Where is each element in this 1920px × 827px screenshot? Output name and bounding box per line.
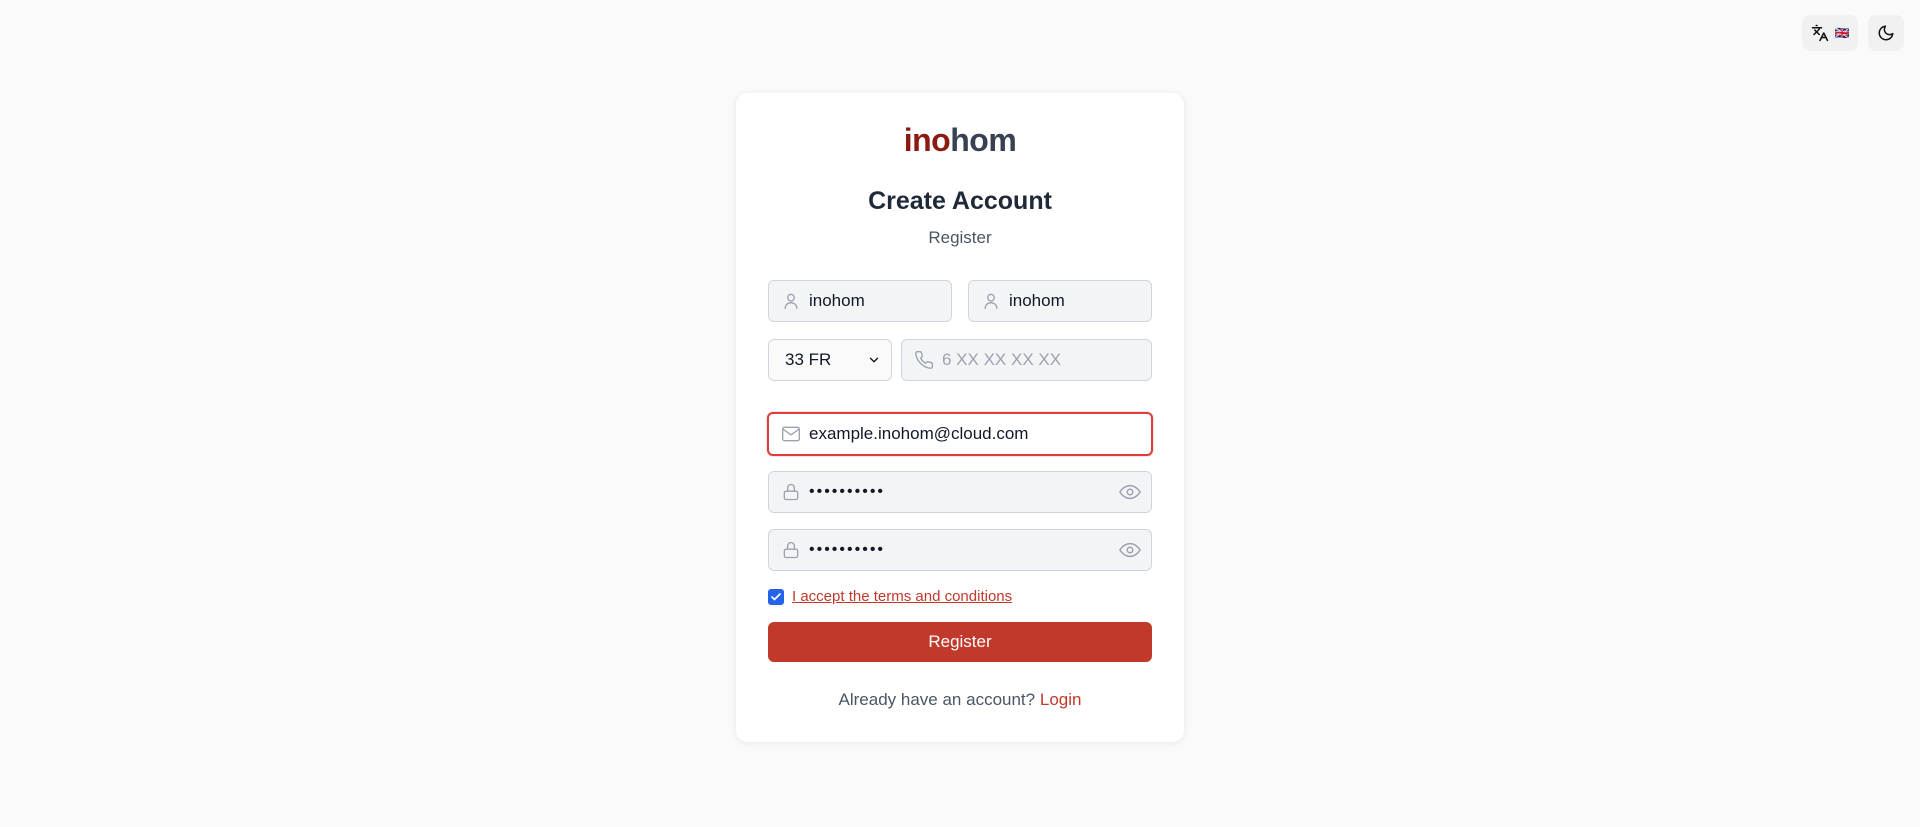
language-switcher-button[interactable]: 🇬🇧 — [1802, 15, 1858, 51]
terms-checkbox[interactable] — [768, 588, 784, 605]
register-card: inohom Create Account Register 33 FR — [736, 93, 1184, 742]
phone-input[interactable] — [942, 340, 1151, 380]
check-icon — [771, 592, 781, 600]
country-code-value: 33 FR — [785, 350, 832, 369]
logo-part-ino: ino — [903, 122, 951, 158]
lock-icon — [781, 482, 801, 502]
register-button[interactable]: Register — [768, 622, 1152, 662]
show-confirm-password-eye-icon[interactable] — [1119, 539, 1141, 561]
first-name-field[interactable] — [768, 280, 952, 322]
moon-icon — [1877, 24, 1895, 42]
mail-icon — [781, 424, 801, 444]
top-toolbar: 🇬🇧 — [1802, 15, 1904, 51]
terms-link[interactable]: I accept the terms and conditions — [792, 588, 1012, 605]
show-password-eye-icon[interactable] — [1119, 481, 1141, 503]
user-icon — [981, 291, 1001, 311]
terms-row: I accept the terms and conditions — [768, 588, 1012, 605]
logo-part-hom: hom — [950, 122, 1017, 158]
login-prompt-text: Already have an account? — [838, 690, 1036, 709]
password-field[interactable] — [768, 471, 1152, 513]
page-title: Create Account — [868, 187, 1052, 215]
password-input[interactable] — [809, 472, 1119, 512]
page-subtitle: Register — [928, 228, 992, 247]
phone-field[interactable] — [901, 339, 1152, 381]
login-prompt: Already have an account? Login — [736, 690, 1184, 710]
confirm-password-field[interactable] — [768, 529, 1152, 571]
login-link[interactable]: Login — [1040, 690, 1082, 709]
phone-icon — [914, 350, 934, 370]
last-name-input[interactable] — [1009, 281, 1151, 321]
user-icon — [781, 291, 801, 311]
country-code-select[interactable]: 33 FR — [768, 339, 892, 381]
translate-icon — [1811, 24, 1829, 42]
lock-icon — [781, 540, 801, 560]
uk-flag-icon: 🇬🇧 — [1834, 26, 1850, 40]
confirm-password-input[interactable] — [809, 530, 1119, 570]
first-name-input[interactable] — [809, 281, 951, 321]
last-name-field[interactable] — [968, 280, 1152, 322]
brand-logo: inohom — [736, 122, 1184, 159]
theme-toggle-button[interactable] — [1868, 15, 1904, 51]
chevron-down-icon — [867, 353, 881, 367]
email-field[interactable] — [767, 412, 1153, 456]
email-input[interactable] — [809, 414, 1151, 454]
